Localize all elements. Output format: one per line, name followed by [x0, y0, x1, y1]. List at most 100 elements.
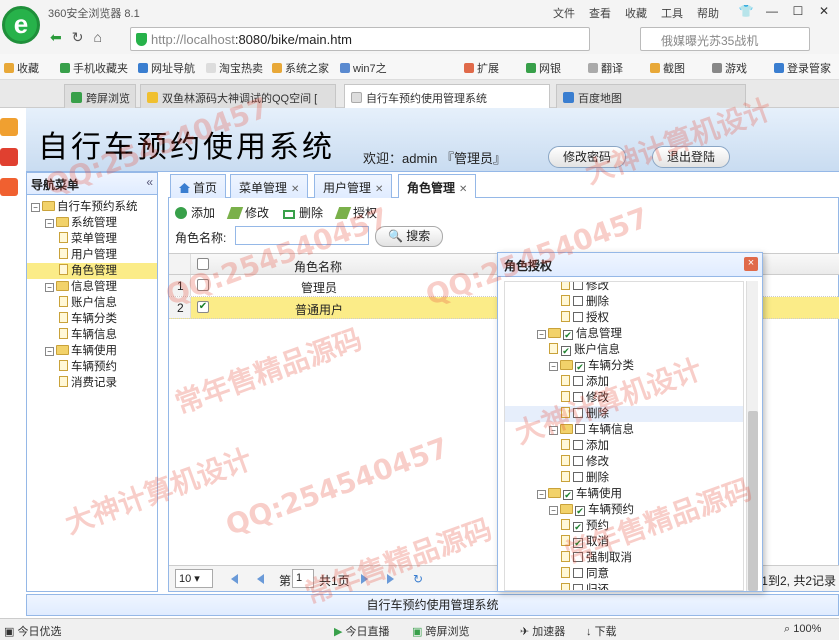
home-browser-icon[interactable]: ⌂: [93, 29, 101, 46]
role-name-input[interactable]: [235, 226, 369, 245]
permission-node[interactable]: 账户信息: [505, 342, 743, 358]
bookmark-login[interactable]: 登录管家: [774, 60, 831, 76]
permission-node[interactable]: − 信息管理: [505, 326, 743, 342]
permission-checkbox[interactable]: [573, 538, 583, 548]
close-icon[interactable]: ✕: [813, 2, 835, 20]
permission-checkbox[interactable]: [573, 440, 583, 450]
permission-checkbox[interactable]: [563, 330, 573, 340]
status-cross[interactable]: ▣ 跨屏浏览: [412, 623, 469, 639]
sidebar-item[interactable]: − 自行车预约系统: [27, 199, 157, 215]
bookmark-mobile[interactable]: 手机收藏夹: [60, 60, 128, 76]
menu-help[interactable]: 帮助: [697, 5, 719, 21]
qq-icon[interactable]: [0, 118, 18, 136]
status-live[interactable]: ▶ 今日直播: [334, 623, 390, 639]
expand-toggle-icon[interactable]: −: [45, 219, 54, 228]
expand-toggle-icon[interactable]: −: [549, 362, 558, 371]
permission-node[interactable]: 预约: [505, 518, 743, 534]
change-password-button[interactable]: 修改密码: [548, 146, 627, 168]
permission-checkbox[interactable]: [575, 362, 585, 372]
permission-checkbox[interactable]: [573, 472, 583, 482]
bookmark-extensions[interactable]: 扩展: [464, 60, 499, 76]
browser-tab-qq[interactable]: 双鱼林源码大神调试的QQ空间 [: [140, 84, 336, 108]
permission-node[interactable]: 取消: [505, 534, 743, 550]
sidebar-item[interactable]: 账户信息: [27, 295, 157, 311]
bookmark-nav[interactable]: 网址导航: [138, 60, 195, 76]
expand-toggle-icon[interactable]: −: [45, 347, 54, 356]
email-icon[interactable]: [0, 178, 18, 196]
maximize-icon[interactable]: ☐: [787, 2, 809, 20]
expand-toggle-icon[interactable]: −: [537, 490, 546, 499]
permission-checkbox[interactable]: [573, 584, 583, 590]
close-tab-icon[interactable]: ✕: [375, 184, 383, 195]
menu-favorites[interactable]: 收藏: [625, 5, 647, 21]
tab-role-manage[interactable]: 角色管理 ✕: [398, 174, 477, 199]
menu-file[interactable]: 文件: [553, 5, 575, 21]
permission-checkbox[interactable]: [573, 282, 583, 290]
minimize-icon[interactable]: —: [761, 2, 783, 20]
collapse-icon[interactable]: «: [146, 175, 153, 189]
back-icon[interactable]: ⬅: [50, 29, 62, 46]
sidebar-item[interactable]: − 车辆使用: [27, 343, 157, 359]
menu-tools[interactable]: 工具: [661, 5, 683, 21]
sidebar-item[interactable]: − 系统管理: [27, 215, 157, 231]
status-speed[interactable]: ✈ 加速器: [520, 623, 565, 639]
permission-node[interactable]: − 车辆使用: [505, 486, 743, 502]
permission-node[interactable]: 删除: [505, 294, 743, 310]
dialog-scrollbar[interactable]: [746, 281, 758, 591]
status-download[interactable]: ↓ 下载: [586, 623, 617, 639]
expand-toggle-icon[interactable]: −: [549, 506, 558, 515]
search-input[interactable]: 俄媒曝光苏35战机: [640, 27, 810, 51]
weibo-icon[interactable]: [0, 148, 18, 166]
bookmark-games[interactable]: 游戏: [712, 60, 747, 76]
permission-checkbox[interactable]: [573, 392, 583, 402]
permission-node[interactable]: 归还: [505, 582, 743, 590]
permission-checkbox[interactable]: [573, 296, 583, 306]
page-size-select[interactable]: 10 ▾: [175, 569, 213, 588]
permission-node[interactable]: 添加: [505, 438, 743, 454]
search-button[interactable]: 🔍 搜索: [375, 226, 444, 247]
reload-icon[interactable]: ↻: [413, 572, 423, 586]
page-input[interactable]: 1: [292, 569, 314, 588]
edit-button[interactable]: 修改: [226, 204, 269, 221]
browser-tab-bike[interactable]: 自行车预约使用管理系统: [344, 84, 550, 108]
permission-node[interactable]: 修改: [505, 454, 743, 470]
browser-logo-icon[interactable]: e: [2, 6, 40, 44]
sidebar-item[interactable]: 用户管理: [27, 247, 157, 263]
tab-home[interactable]: 首页: [170, 174, 227, 198]
permission-checkbox[interactable]: [573, 568, 583, 578]
sidebar-item[interactable]: − 信息管理: [27, 279, 157, 295]
permission-checkbox[interactable]: [561, 346, 571, 356]
permission-node[interactable]: 授权: [505, 310, 743, 326]
permission-node[interactable]: 强制取消: [505, 550, 743, 566]
permission-node[interactable]: − 车辆预约: [505, 502, 743, 518]
expand-toggle-icon[interactable]: −: [31, 203, 40, 212]
permission-node[interactable]: − 车辆分类: [505, 358, 743, 374]
last-page-icon[interactable]: [387, 574, 394, 584]
sidebar-item[interactable]: 车辆分类: [27, 311, 157, 327]
menu-view[interactable]: 查看: [589, 5, 611, 21]
permission-node[interactable]: 同意: [505, 566, 743, 582]
sidebar-item[interactable]: 车辆预约: [27, 359, 157, 375]
next-page-icon[interactable]: [361, 574, 368, 584]
bookmark-bank[interactable]: 网银: [526, 60, 561, 76]
permission-checkbox[interactable]: [575, 506, 585, 516]
expand-toggle-icon[interactable]: −: [549, 426, 558, 435]
delete-button[interactable]: 删除: [283, 204, 323, 221]
permission-node[interactable]: 添加: [505, 374, 743, 390]
sidebar-item[interactable]: 消费记录: [27, 375, 157, 391]
bookmark-screenshot[interactable]: 截图: [650, 60, 685, 76]
prev-page-icon[interactable]: [257, 574, 264, 584]
permission-checkbox[interactable]: [563, 490, 573, 500]
scroll-thumb[interactable]: [748, 411, 758, 591]
permission-checkbox[interactable]: [573, 456, 583, 466]
permission-checkbox[interactable]: [573, 312, 583, 322]
url-input[interactable]: http://localhost:8080/bike/main.htm: [130, 27, 590, 51]
status-zoom[interactable]: ⌕ 100%: [784, 623, 821, 636]
permission-checkbox[interactable]: [573, 408, 583, 418]
expand-toggle-icon[interactable]: −: [537, 330, 546, 339]
tab-menu-manage[interactable]: 菜单管理 ✕: [230, 174, 309, 198]
bookmark-win7[interactable]: win7之: [340, 60, 387, 76]
refresh-icon[interactable]: ↻: [72, 29, 84, 46]
select-all-checkbox[interactable]: [197, 258, 209, 270]
dialog-close-icon[interactable]: ×: [744, 257, 758, 271]
